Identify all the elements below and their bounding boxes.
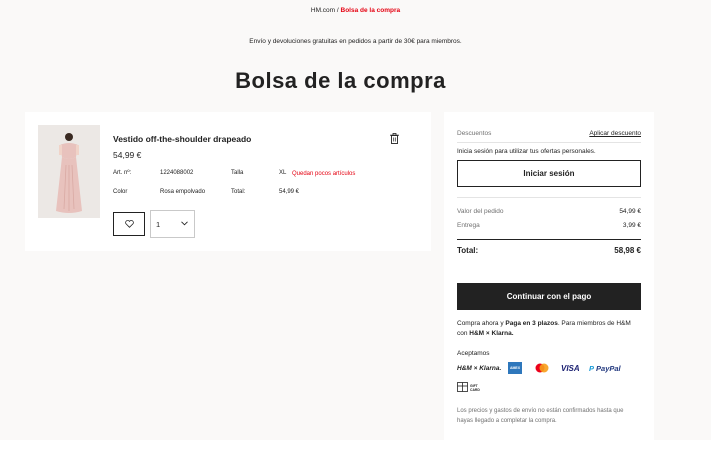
login-button[interactable]: Iniciar sesión (457, 160, 641, 187)
amex-icon: AMEX (508, 362, 522, 374)
trash-icon[interactable] (390, 133, 399, 144)
mastercard-icon (535, 363, 549, 373)
klarna-installments: Paga en 3 plazos (505, 320, 558, 327)
item-total-label: Total: (231, 189, 246, 195)
promo-banner-text: Envío y devoluciones gratuitas en pedido… (249, 38, 462, 45)
breadcrumb-home-link[interactable]: HM.com (311, 7, 335, 14)
heart-icon (124, 220, 134, 228)
checkout-button[interactable]: Continuar con el pago (457, 283, 641, 310)
product-price: 54,99 € (113, 150, 142, 160)
total-label: Total: (457, 246, 479, 255)
quantity-select[interactable]: 1 (150, 210, 195, 238)
price-disclaimer: Los precios y gastos de envío no están c… (457, 408, 624, 424)
hm-klarna-icon: H&M × Klarna. (457, 364, 502, 372)
discounts-label: Descuentos (457, 130, 492, 137)
gift-card-icon: GIFT CARD (457, 382, 480, 392)
item-total-value: 54,99 € (279, 189, 300, 195)
art-number-label: Art. nº: (113, 170, 132, 176)
visa-icon: VISA (561, 363, 580, 373)
product-image[interactable] (38, 125, 100, 218)
favorite-button[interactable] (113, 212, 145, 236)
product-name[interactable]: Vestido off-the-shoulder drapeado (113, 134, 251, 144)
quantity-value: 1 (156, 220, 161, 229)
color-label: Color (113, 189, 128, 195)
payment-methods: H&M × Klarna. AMEX VISA P PayPal (457, 362, 641, 374)
delivery-label: Entrega (457, 222, 480, 229)
accepted-payments-label: Aceptamos (457, 350, 490, 357)
cart-item: Vestido off-the-shoulder drapeado 54,99 … (25, 112, 431, 251)
art-number-value: 1224088002 (160, 170, 194, 176)
order-value-label: Valor del pedido (457, 208, 504, 215)
klarna-brand: H&M × Klarna. (469, 330, 514, 337)
summary-divider (457, 142, 641, 143)
page-footer-band (0, 440, 711, 462)
total-value: 58,98 € (614, 246, 641, 255)
klarna-text-pre: Compra ahora y (457, 320, 506, 327)
size-value: XL (279, 170, 287, 176)
total-divider (457, 239, 641, 240)
paypal-icon: P PayPal (589, 363, 621, 373)
order-value: 54,99 € (619, 208, 641, 215)
delivery-value: 3,99 € (622, 222, 641, 229)
login-prompt: Inicia sesión para utilizar tus ofertas … (457, 148, 596, 155)
summary-divider (457, 197, 641, 198)
paypal-label: PayPal (596, 363, 621, 373)
svg-text:CARD: CARD (470, 388, 480, 392)
stock-warning: Quedan pocos artículos (292, 171, 356, 177)
page-title: Bolsa de la compra (235, 68, 446, 93)
breadcrumb-current: Bolsa de la compra (340, 7, 401, 14)
color-value: Rosa empolvado (160, 189, 206, 195)
right-gutter (681, 0, 711, 440)
dress-image (38, 125, 100, 218)
apply-discount-link[interactable]: Aplicar descuento (589, 130, 641, 137)
chevron-down-icon (181, 221, 188, 226)
klarna-info: Compra ahora y Paga en 3 plazos. Para mi… (457, 319, 641, 339)
breadcrumb: HM.com / Bolsa de la compra (0, 7, 711, 14)
order-summary: Descuentos Aplicar descuento Inicia sesi… (444, 112, 654, 442)
size-label: Talla (231, 170, 244, 176)
